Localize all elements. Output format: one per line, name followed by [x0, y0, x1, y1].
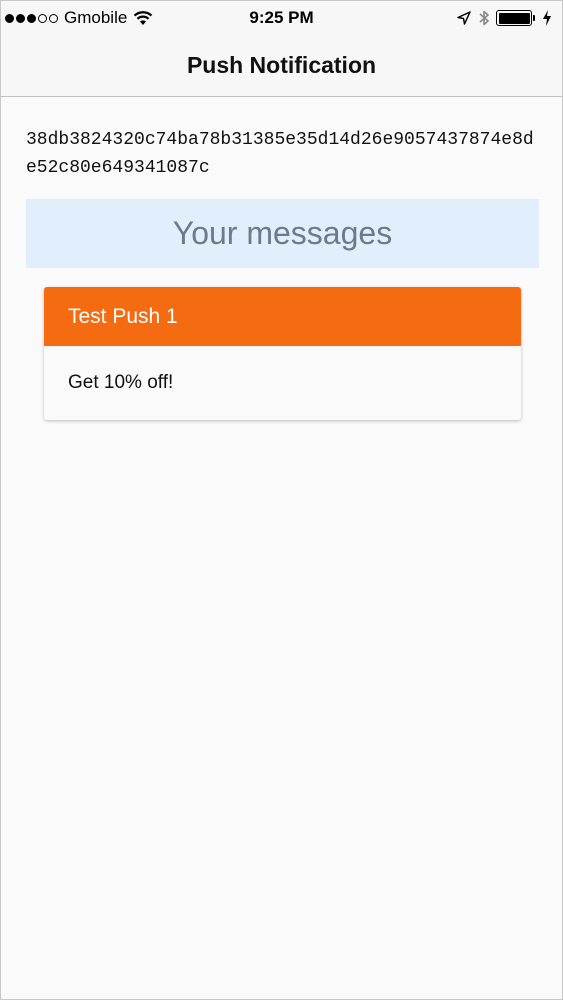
- message-card[interactable]: Test Push 1 Get 10% off!: [44, 287, 521, 420]
- battery-icon: [496, 10, 535, 26]
- signal-dot: [16, 13, 25, 23]
- signal-dot: [5, 13, 14, 23]
- device-token-text: 38db3824320c74ba78b31385e35d14d26e905743…: [26, 130, 534, 178]
- location-arrow-icon: [456, 10, 472, 26]
- wifi-icon: [133, 10, 153, 26]
- app-screen: Gmobile 9:25 PM Push Notification 38db38…: [0, 0, 563, 1000]
- signal-dot: [49, 13, 58, 23]
- navigation-bar: Push Notification: [1, 35, 562, 97]
- signal-dot: [27, 13, 36, 23]
- status-right: [456, 9, 552, 27]
- charging-bolt-icon: [542, 10, 552, 26]
- bluetooth-icon: [478, 9, 490, 27]
- carrier-name: Gmobile: [64, 8, 128, 27]
- signal-strength-icon: [5, 13, 58, 23]
- message-body: Get 10% off!: [44, 346, 521, 420]
- page-title: Push Notification: [186, 52, 377, 78]
- battery-level: [498, 12, 530, 24]
- messages-heading: Your messages: [26, 199, 539, 268]
- status-bar: Gmobile 9:25 PM: [1, 1, 562, 35]
- status-left: Gmobile: [5, 8, 153, 28]
- signal-dot: [38, 13, 47, 23]
- message-title: Test Push 1: [44, 287, 521, 346]
- main-content: 38db3824320c74ba78b31385e35d14d26e905743…: [1, 98, 562, 999]
- status-time: 9:25 PM: [249, 8, 314, 27]
